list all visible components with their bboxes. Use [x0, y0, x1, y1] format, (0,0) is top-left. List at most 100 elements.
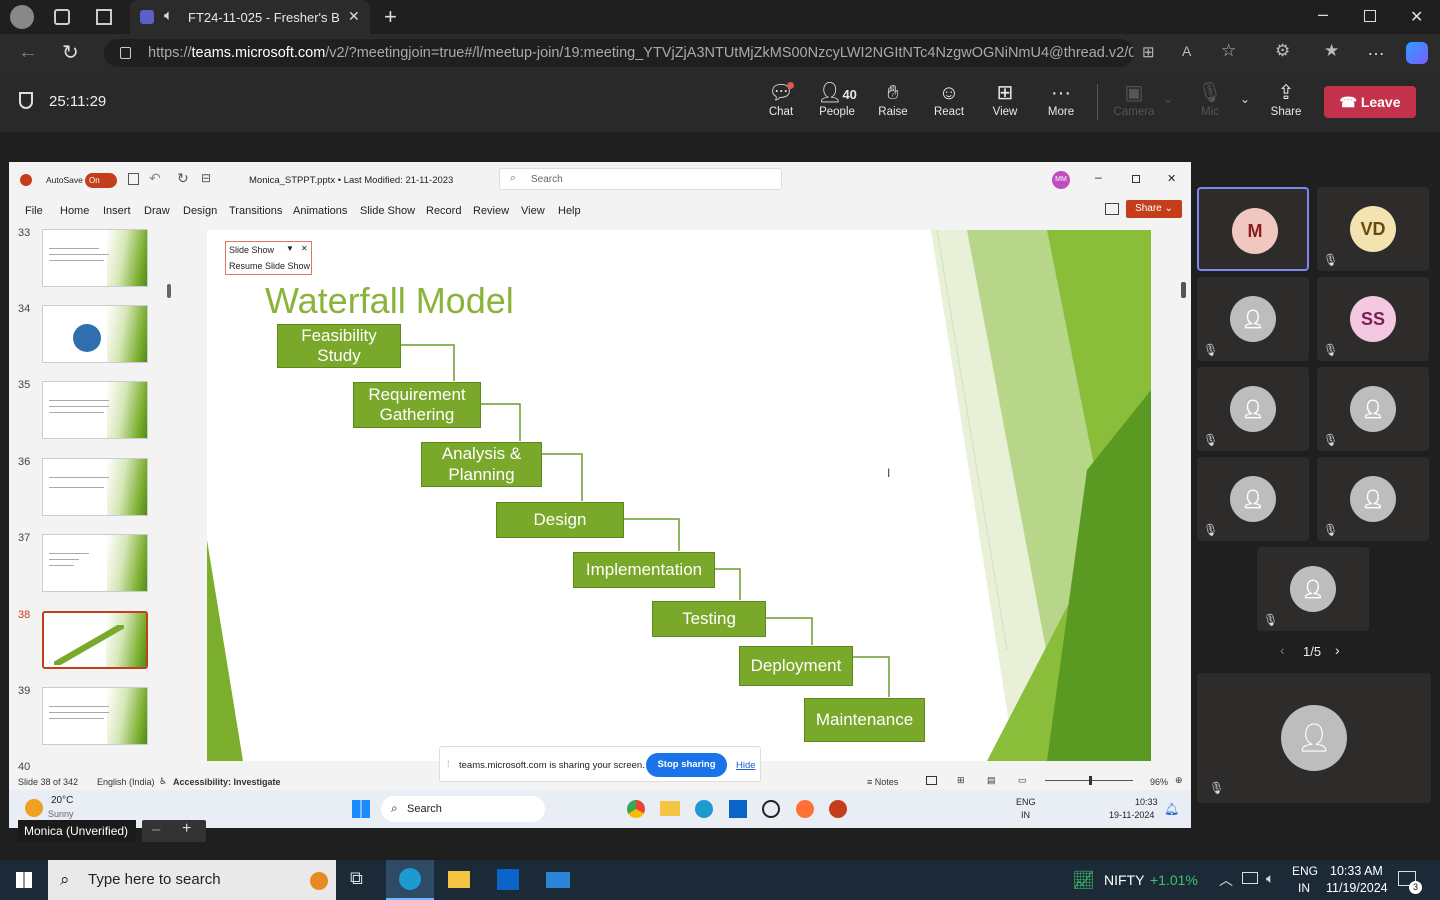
dell-icon[interactable] — [762, 800, 780, 818]
app-available-icon[interactable]: ⊞ — [1142, 43, 1155, 61]
mic-chevron-icon[interactable]: ⌄ — [1240, 92, 1250, 106]
url-field[interactable]: https://teams.microsoft.com/v2/?meetingj… — [104, 39, 1134, 67]
slide-thumbnail[interactable] — [42, 534, 148, 592]
menu-help[interactable]: Help — [558, 205, 581, 217]
file-explorer-icon[interactable] — [448, 871, 470, 888]
save-icon[interactable] — [128, 173, 139, 185]
slide-thumbnail[interactable] — [42, 381, 148, 439]
browser-tab[interactable]: 🔈︎ FT24-11-025 - Fresher's Batc ✕ — [130, 0, 370, 34]
self-view-tile[interactable]: 👤︎ 🎙︎ — [1197, 673, 1431, 803]
taskbar-lang[interactable]: ENG — [1292, 864, 1318, 878]
edge-icon[interactable] — [695, 800, 713, 818]
slide-thumbnail-selected[interactable] — [42, 611, 148, 669]
file-title[interactable]: Monica_STPPT.pptx • Last Modified: 21-11… — [249, 175, 453, 186]
firefox-icon[interactable] — [796, 800, 814, 818]
explorer-icon[interactable] — [660, 801, 680, 816]
profile-icon[interactable] — [10, 5, 34, 29]
minimize-icon[interactable]: – — [1318, 4, 1328, 25]
redo-icon[interactable]: ↻ — [177, 170, 189, 187]
ppt-close-icon[interactable]: ✕ — [1167, 172, 1176, 185]
raise-hand-button[interactable]: ✋︎ Raise — [865, 80, 921, 118]
slide-thumbnail[interactable] — [42, 229, 148, 287]
extensions-icon[interactable]: ⚙ — [1275, 41, 1290, 61]
menu-draw[interactable]: Draw — [144, 205, 170, 217]
camera-chevron-icon[interactable]: ⌄ — [1163, 92, 1173, 106]
tab-actions-icon[interactable] — [96, 9, 112, 25]
user-avatar[interactable]: MM — [1052, 171, 1070, 189]
slide-sorter-icon[interactable]: ⊞ — [957, 775, 965, 786]
participant-tile[interactable]: 👤︎ 🎙︎ — [1197, 457, 1309, 541]
view-button[interactable]: ⊞ View — [977, 80, 1033, 118]
taskbar-search-box[interactable]: ⌕ Type here to search — [48, 860, 336, 900]
menu-view[interactable]: View — [521, 205, 545, 217]
ppt-minimize-icon[interactable]: – — [1095, 170, 1102, 184]
zoom-thumb[interactable] — [1089, 776, 1092, 785]
settings-more-icon[interactable]: … — [1367, 39, 1385, 60]
chrome-icon[interactable] — [627, 800, 645, 818]
ppt-restore-icon[interactable] — [1132, 175, 1140, 183]
refresh-icon[interactable]: ↻ — [62, 40, 79, 65]
inner-search-box[interactable]: ⌕ Search — [381, 796, 545, 822]
menu-file[interactable]: File — [25, 205, 43, 217]
react-button[interactable]: ☺ React — [921, 80, 977, 118]
thumb-scrollbar[interactable] — [167, 284, 171, 298]
zoom-level[interactable]: 96% — [1150, 777, 1168, 787]
windows-start-icon[interactable] — [352, 800, 370, 818]
hide-link[interactable]: Hide — [736, 760, 756, 771]
participant-tile[interactable]: M — [1197, 187, 1309, 271]
participant-tile[interactable]: SS 🎙︎ — [1317, 277, 1429, 361]
fit-slide-icon[interactable]: ⊕ — [1175, 775, 1183, 786]
autosave-toggle[interactable]: On — [85, 173, 117, 188]
menu-animations[interactable]: Animations — [293, 205, 347, 217]
participant-tile[interactable]: 👤︎ 🎙︎ — [1317, 457, 1429, 541]
chat-button[interactable]: 💬︎ Chat — [753, 80, 809, 118]
ppt-search-box[interactable]: ⌕ Search — [499, 168, 782, 190]
zoom-out-icon[interactable]: – — [152, 821, 160, 838]
menu-slide-show[interactable]: Slide Show — [360, 205, 415, 217]
favorite-star-icon[interactable]: ☆ — [1221, 41, 1236, 61]
undo-icon[interactable]: ↶ — [149, 170, 161, 187]
participant-tile[interactable]: VD 🎙︎ — [1317, 187, 1429, 271]
taskbar-time[interactable]: 10:33 AM — [1330, 864, 1383, 878]
store-icon[interactable] — [497, 869, 519, 890]
nifty-label[interactable]: NIFTY — [1104, 872, 1144, 888]
network-icon[interactable] — [1242, 872, 1258, 884]
normal-view-icon[interactable] — [926, 776, 937, 785]
new-tab-icon[interactable]: + — [384, 4, 397, 30]
drag-handle-icon[interactable]: ⁞ — [447, 759, 450, 769]
menu-review[interactable]: Review — [473, 205, 509, 217]
pager-prev-icon[interactable]: ‹ — [1280, 642, 1285, 658]
task-view-icon[interactable]: ⧉ — [350, 868, 363, 889]
leave-button[interactable]: ☎︎ Leave — [1324, 86, 1416, 118]
read-aloud-icon[interactable]: A — [1182, 43, 1191, 59]
store-icon[interactable] — [729, 800, 747, 818]
windows-start-icon[interactable] — [16, 872, 32, 888]
menu-home[interactable]: Home — [60, 205, 89, 217]
accessibility-status[interactable]: Accessibility: Investigate — [173, 777, 281, 787]
powerpoint-taskbar-icon[interactable] — [829, 800, 847, 818]
slideshow-view-icon[interactable]: ▭ — [1018, 775, 1027, 786]
ppt-share-button[interactable]: Share ⌄ — [1126, 200, 1182, 218]
camera-button[interactable]: ▣ Camera — [1106, 80, 1162, 118]
menu-insert[interactable]: Insert — [103, 205, 131, 217]
slide-thumbnail[interactable] — [42, 458, 148, 516]
taskbar-date[interactable]: 11/19/2024 — [1326, 881, 1388, 895]
tray-chevron-icon[interactable]: ︿ — [1219, 870, 1233, 890]
zoom-in-icon[interactable]: + — [182, 820, 191, 838]
pager-next-icon[interactable]: › — [1335, 642, 1340, 658]
close-tab-icon[interactable]: ✕ — [348, 8, 360, 25]
people-button[interactable]: 👤︎40 People — [809, 80, 865, 118]
notes-button[interactable]: ≡ Notes — [867, 777, 898, 787]
notification-bell-icon[interactable]: 🔔︎ — [1164, 802, 1179, 816]
slide-thumbnail[interactable] — [42, 305, 148, 363]
menu-design[interactable]: Design — [183, 205, 217, 217]
taskbar-region[interactable]: IN — [1298, 881, 1310, 895]
copilot-icon[interactable] — [1406, 42, 1428, 64]
audio-playing-icon[interactable]: 🔈︎ — [164, 7, 173, 24]
volume-icon[interactable]: 🔈︎ — [1266, 870, 1274, 887]
close-window-icon[interactable]: ✕ — [1410, 7, 1423, 27]
share-button[interactable]: ⇪ Share — [1258, 80, 1314, 118]
more-button[interactable]: ··· More — [1033, 80, 1089, 118]
participant-tile[interactable]: 👤︎ 🎙︎ — [1257, 547, 1369, 631]
menu-transitions[interactable]: Transitions — [229, 205, 282, 217]
